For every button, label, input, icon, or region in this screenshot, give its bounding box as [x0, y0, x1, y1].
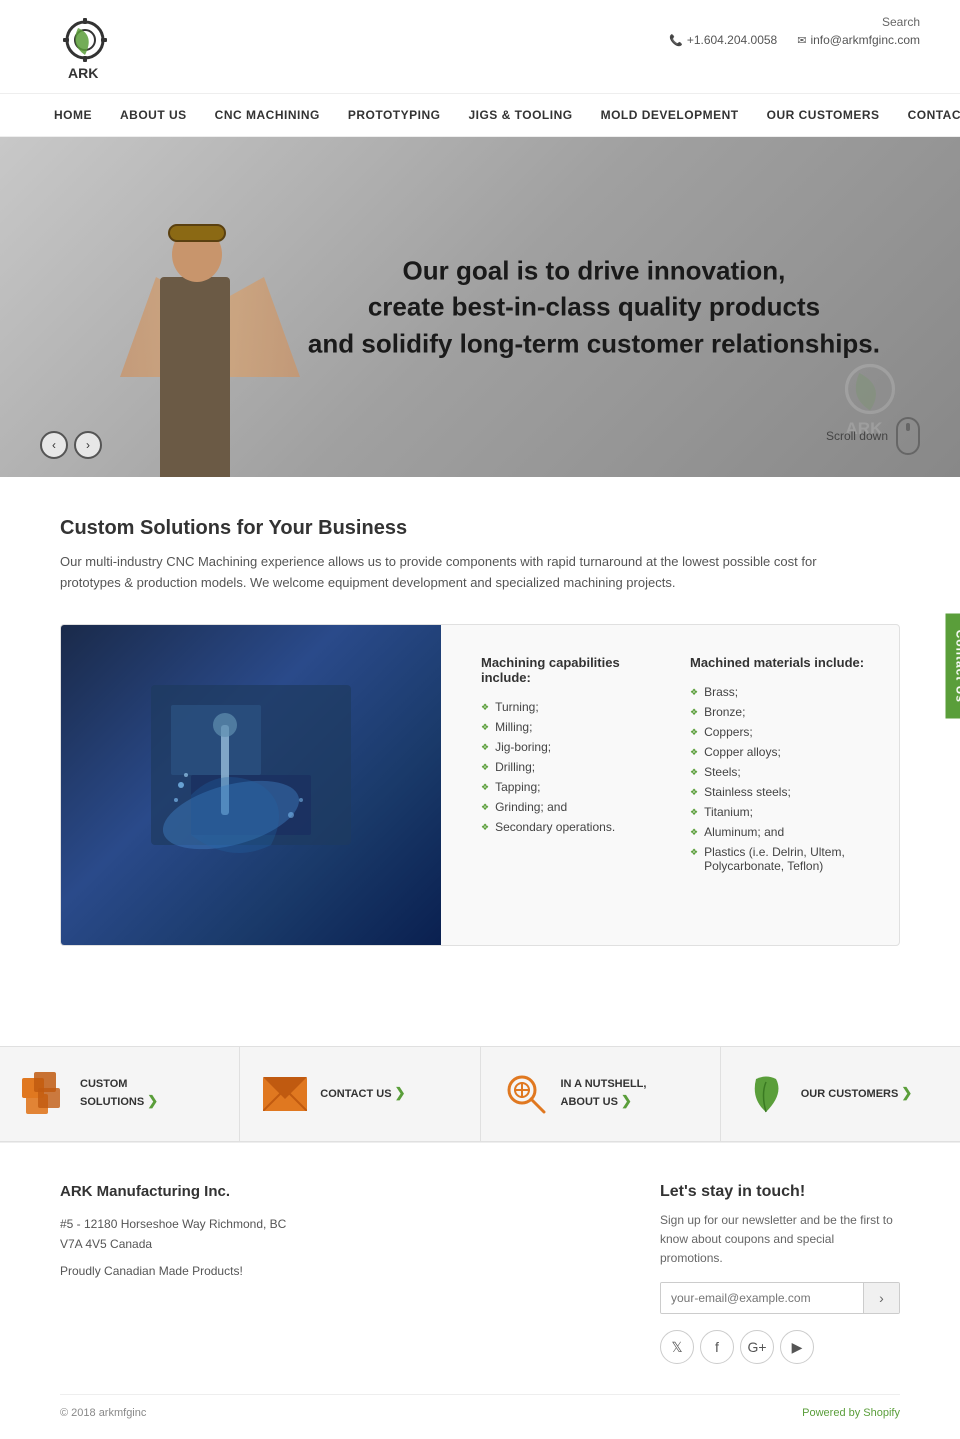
machining-capabilities: Machining capabilities include: Turning;… — [481, 655, 670, 915]
hero-controls: ‹ › — [40, 431, 102, 459]
nav-customers[interactable]: OUR CUSTOMERS — [753, 94, 894, 136]
list-item: Grinding; and — [481, 797, 670, 817]
magnify-icon — [501, 1069, 551, 1119]
tile-arrow: ❯ — [901, 1085, 912, 1100]
tile-about-us[interactable]: IN A NUTSHELL,ABOUT US ❯ — [481, 1047, 721, 1141]
newsletter-desc: Sign up for our newsletter and be the fi… — [660, 1211, 900, 1269]
footer-left: ARK Manufacturing Inc. #5 - 12180 Horses… — [60, 1183, 620, 1365]
section-title: Custom Solutions for Your Business — [60, 517, 900, 540]
tile-custom-solutions[interactable]: CUSTOMSOLUTIONS ❯ — [0, 1047, 240, 1141]
nav-home[interactable]: HOME — [40, 94, 106, 136]
section-desc: Our multi-industry CNC Machining experie… — [60, 552, 880, 594]
list-item: Steels; — [690, 762, 879, 782]
nav-prototyping[interactable]: PROTOTYPING — [334, 94, 455, 136]
scroll-circle — [896, 417, 920, 455]
materials-capabilities: Machined materials include: Brass; Bronz… — [690, 655, 879, 915]
copyright: © 2018 arkmfginc — [60, 1407, 146, 1419]
contact-side-tab[interactable]: Contact Us — [945, 613, 960, 718]
list-item: Titanium; — [690, 802, 879, 822]
twitter-button[interactable]: 𝕏 — [660, 1330, 694, 1364]
materials-title: Machined materials include: — [690, 655, 879, 670]
hero-next-button[interactable]: › — [74, 431, 102, 459]
youtube-button[interactable]: ▶ — [780, 1330, 814, 1364]
google-button[interactable]: G+ — [740, 1330, 774, 1364]
tile-our-customers[interactable]: OUR CUSTOMERS ❯ — [721, 1047, 960, 1141]
list-item: Brass; — [690, 682, 879, 702]
capabilities-info: Machining capabilities include: Turning;… — [461, 625, 899, 945]
list-item: Milling; — [481, 717, 670, 737]
search-label: Search — [882, 15, 920, 29]
nav-jigs[interactable]: JIGS & TOOLING — [454, 94, 586, 136]
footer-bottom: © 2018 arkmfginc Powered by Shopify — [60, 1394, 900, 1419]
header: ARK Search 📞 +1.604.204.0058 ✉ info@arkm… — [0, 0, 960, 85]
cnc-image — [61, 625, 441, 945]
tile-arrow: ❯ — [147, 1093, 158, 1108]
tile-label: IN A NUTSHELL,ABOUT US ❯ — [561, 1077, 647, 1111]
capabilities-section: Machining capabilities include: Turning;… — [60, 624, 900, 946]
scroll-down[interactable]: Scroll down — [826, 417, 920, 455]
materials-list: Brass; Bronze; Coppers; Copper alloys; S… — [690, 682, 879, 876]
list-item: Copper alloys; — [690, 742, 879, 762]
list-item: Turning; — [481, 697, 670, 717]
logo[interactable]: ARK — [40, 10, 130, 85]
leaf-icon — [741, 1069, 791, 1119]
bottom-tiles: CUSTOMSOLUTIONS ❯ CONTACT US ❯ — [0, 1046, 960, 1142]
email-newsletter-input[interactable] — [661, 1283, 863, 1313]
list-item: Coppers; — [690, 722, 879, 742]
address-line2: V7A 4V5 Canada — [60, 1234, 620, 1254]
list-item: Bronze; — [690, 702, 879, 722]
hero-goggle — [168, 224, 226, 242]
machining-title: Machining capabilities include: — [481, 655, 670, 685]
newsletter-title: Let's stay in touch! — [660, 1183, 900, 1201]
canadian-made: Proudly Canadian Made Products! — [60, 1264, 620, 1278]
tile-contact-us[interactable]: CONTACT US ❯ — [240, 1047, 480, 1141]
social-icons: 𝕏 f G+ ▶ — [660, 1330, 900, 1364]
nav-contact[interactable]: CONTACT US — [894, 94, 960, 136]
phone-info[interactable]: 📞 +1.604.204.0058 — [669, 33, 777, 47]
main-content: Custom Solutions for Your Business Our m… — [0, 477, 960, 1046]
email-icon: ✉ — [797, 34, 806, 47]
list-item: Drilling; — [481, 757, 670, 777]
hero-text: Our goal is to drive innovation, create … — [308, 252, 880, 361]
footer-right: Let's stay in touch! Sign up for our new… — [660, 1183, 900, 1365]
envelope-icon — [260, 1069, 310, 1119]
main-nav: HOME ABOUT US CNC MACHINING PROTOTYPING … — [0, 93, 960, 137]
list-item: Tapping; — [481, 777, 670, 797]
facebook-button[interactable]: f — [700, 1330, 734, 1364]
tile-label: CONTACT US ❯ — [320, 1084, 405, 1102]
nav-mold[interactable]: MOLD DEVELOPMENT — [587, 94, 753, 136]
footer: ARK Manufacturing Inc. #5 - 12180 Horses… — [0, 1142, 960, 1439]
boxes-icon — [20, 1069, 70, 1119]
hero-body — [160, 277, 230, 477]
tile-label: OUR CUSTOMERS ❯ — [801, 1084, 913, 1102]
company-name: ARK Manufacturing Inc. — [60, 1183, 620, 1200]
machining-list: Turning; Milling; Jig-boring; Drilling; … — [481, 697, 670, 837]
contact-info-header: Search 📞 +1.604.204.0058 ✉ info@arkmfgin… — [669, 10, 920, 47]
hero-child-figure — [120, 167, 300, 477]
email-input-wrap: › — [660, 1282, 900, 1314]
list-item: Secondary operations. — [481, 817, 670, 837]
email-info[interactable]: ✉ info@arkmfginc.com — [797, 33, 920, 47]
phone-icon: 📞 — [669, 34, 683, 47]
tile-arrow: ❯ — [621, 1093, 632, 1108]
list-item: Jig-boring; — [481, 737, 670, 757]
list-item: Aluminum; and — [690, 822, 879, 842]
nav-about[interactable]: ABOUT US — [106, 94, 201, 136]
hero-prev-button[interactable]: ‹ — [40, 431, 68, 459]
list-item: Stainless steels; — [690, 782, 879, 802]
scroll-dot — [906, 423, 910, 431]
hero-banner: ARK Our goal is to drive innovation, cre… — [0, 137, 960, 477]
nav-cnc[interactable]: CNC MACHINING — [201, 94, 334, 136]
tile-label: CUSTOMSOLUTIONS ❯ — [80, 1077, 158, 1111]
tile-arrow: ❯ — [395, 1085, 406, 1100]
address-line1: #5 - 12180 Horseshoe Way Richmond, BC — [60, 1214, 620, 1234]
powered-by-link[interactable]: Powered by Shopify — [802, 1407, 900, 1419]
svg-text:ARK: ARK — [68, 65, 98, 81]
list-item: Plastics (i.e. Delrin, Ultem, Polycarbon… — [690, 842, 879, 876]
email-submit-button[interactable]: › — [863, 1283, 899, 1313]
